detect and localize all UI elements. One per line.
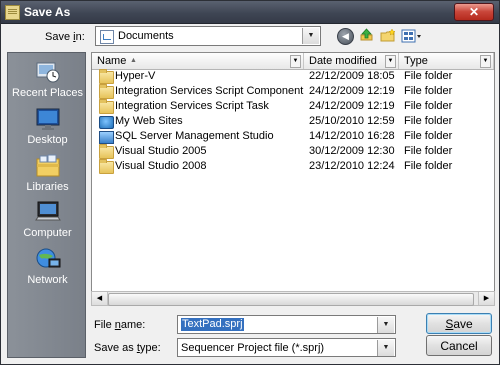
- file-name: Visual Studio 2008: [115, 160, 207, 172]
- file-name-label-prefix: File: [94, 319, 115, 331]
- new-folder-icon[interactable]: [380, 28, 396, 43]
- save-in-label: Save in:: [45, 31, 85, 43]
- column-header-row: Name ▲ ▼ Date modified ▼ Type ▼: [92, 53, 494, 70]
- file-date: 25/10/2010 12:59: [309, 115, 395, 127]
- up-one-level-icon[interactable]: [359, 28, 374, 43]
- web-sites-icon: [99, 116, 114, 129]
- app-icon: [5, 5, 20, 20]
- column-filter-icon[interactable]: ▼: [290, 55, 301, 68]
- save-as-type-dropdown[interactable]: Sequencer Project file (*.sprj) ▼: [177, 338, 396, 357]
- column-header-label: Name: [97, 55, 127, 67]
- list-item[interactable]: Visual Studio 2005 30/12/2009 12:30 File…: [92, 144, 494, 159]
- file-type: File folder: [404, 115, 453, 127]
- file-date: 24/12/2009 12:19: [309, 85, 395, 97]
- save-as-type-label-suffix: ype:: [139, 342, 161, 354]
- place-libraries[interactable]: Libraries: [8, 153, 87, 193]
- file-type: File folder: [404, 85, 453, 97]
- close-button[interactable]: ✕: [454, 3, 494, 21]
- chevron-down-icon[interactable]: ▼: [302, 28, 319, 44]
- save-in-value: Documents: [118, 30, 174, 42]
- save-in-dropdown[interactable]: Documents ▼: [95, 26, 321, 46]
- window-title: Save As: [24, 5, 71, 19]
- computer-icon: [34, 201, 61, 221]
- network-icon: [36, 248, 60, 268]
- save-as-type-label-prefix: Save as: [94, 342, 137, 354]
- save-as-type-value: Sequencer Project file (*.sprj): [181, 342, 325, 354]
- column-filter-icon[interactable]: ▼: [480, 55, 491, 68]
- place-label: Network: [27, 274, 68, 286]
- file-name-label-suffix: ame:: [120, 319, 146, 331]
- file-type: File folder: [404, 145, 453, 157]
- chevron-down-icon[interactable]: ▼: [377, 317, 394, 333]
- recent-places-icon: [36, 62, 59, 83]
- place-label: Recent Places: [12, 87, 83, 99]
- views-menu-icon[interactable]: [401, 28, 422, 44]
- file-type: File folder: [404, 70, 453, 82]
- close-icon: ✕: [468, 5, 480, 19]
- file-date: 24/12/2009 12:19: [309, 100, 395, 112]
- place-desktop[interactable]: Desktop: [8, 106, 87, 146]
- file-date: 23/12/2010 12:24: [309, 160, 395, 172]
- column-header-type[interactable]: Type ▼: [399, 53, 494, 69]
- place-label: Libraries: [26, 181, 69, 193]
- horizontal-scrollbar[interactable]: ◀ ▶: [91, 291, 495, 306]
- list-item[interactable]: SQL Server Management Studio 14/12/2010 …: [92, 129, 494, 144]
- place-label: Desktop: [27, 134, 68, 146]
- list-item[interactable]: My Web Sites 25/10/2010 12:59 File folde…: [92, 114, 494, 129]
- file-name-value: TextPad.sprj: [181, 318, 244, 331]
- ssms-folder-icon: [99, 131, 114, 144]
- cancel-button[interactable]: Cancel: [426, 335, 492, 356]
- sort-ascending-icon: ▲: [130, 57, 137, 64]
- file-type: File folder: [404, 160, 453, 172]
- file-type: File folder: [404, 130, 453, 142]
- place-label: Computer: [23, 227, 72, 239]
- save-button-label: ave: [453, 317, 473, 331]
- file-date: 30/12/2009 12:30: [309, 145, 395, 157]
- places-bar: Recent Places Desktop Libraries Computer…: [7, 52, 86, 358]
- documents-folder-icon: [100, 30, 114, 44]
- folder-icon: [99, 99, 114, 114]
- scrollbar-thumb[interactable]: [108, 293, 474, 306]
- back-arrow-icon[interactable]: ◀: [337, 28, 354, 45]
- desktop-icon: [36, 108, 59, 130]
- file-date: 22/12/2009 18:05: [309, 70, 395, 82]
- save-as-dialog: Save As ✕ Save in: Documents ▼ ◀ Recent …: [0, 0, 500, 365]
- file-name: SQL Server Management Studio: [115, 130, 274, 142]
- file-name: My Web Sites: [115, 115, 183, 127]
- folder-icon: [99, 84, 114, 99]
- scroll-right-icon[interactable]: ▶: [478, 292, 494, 305]
- column-header-name[interactable]: Name ▲ ▼: [92, 53, 304, 69]
- list-item[interactable]: Integration Services Script Task 24/12/2…: [92, 99, 494, 114]
- column-header-label: Type: [404, 55, 428, 67]
- place-network[interactable]: Network: [8, 246, 87, 286]
- folder-icon: [99, 144, 114, 159]
- folder-icon: [99, 159, 114, 174]
- list-item[interactable]: Visual Studio 2008 23/12/2010 12:24 File…: [92, 159, 494, 174]
- column-filter-icon[interactable]: ▼: [385, 55, 396, 68]
- file-name: Integration Services Script Task: [115, 100, 269, 112]
- save-in-label-suffix: n:: [75, 31, 85, 43]
- list-item[interactable]: Integration Services Script Component 24…: [92, 84, 494, 99]
- file-name: Integration Services Script Component: [115, 85, 304, 97]
- column-header-label: Date modified: [309, 55, 377, 67]
- place-recent-places[interactable]: Recent Places: [8, 59, 87, 99]
- save-as-type-label: Save as type:: [94, 342, 161, 354]
- save-button[interactable]: Save: [426, 313, 492, 334]
- file-name: Visual Studio 2005: [115, 145, 207, 157]
- folder-icon: [99, 69, 114, 84]
- file-type: File folder: [404, 100, 453, 112]
- scroll-left-icon[interactable]: ◀: [92, 292, 108, 305]
- file-name: Hyper-V: [115, 70, 156, 82]
- file-date: 14/12/2010 16:28: [309, 130, 395, 142]
- file-name-label: File name:: [94, 319, 145, 331]
- place-computer[interactable]: Computer: [8, 199, 87, 239]
- chevron-down-icon[interactable]: ▼: [377, 340, 394, 356]
- title-bar[interactable]: Save As ✕: [1, 1, 499, 24]
- column-header-date[interactable]: Date modified ▼: [304, 53, 399, 69]
- file-name-input[interactable]: TextPad.sprj ▼: [177, 315, 396, 334]
- libraries-icon: [36, 154, 59, 177]
- file-list[interactable]: Name ▲ ▼ Date modified ▼ Type ▼ Hyper-V …: [91, 52, 495, 306]
- list-item[interactable]: Hyper-V 22/12/2009 18:05 File folder: [92, 69, 494, 84]
- save-in-label-prefix: Save: [45, 31, 74, 43]
